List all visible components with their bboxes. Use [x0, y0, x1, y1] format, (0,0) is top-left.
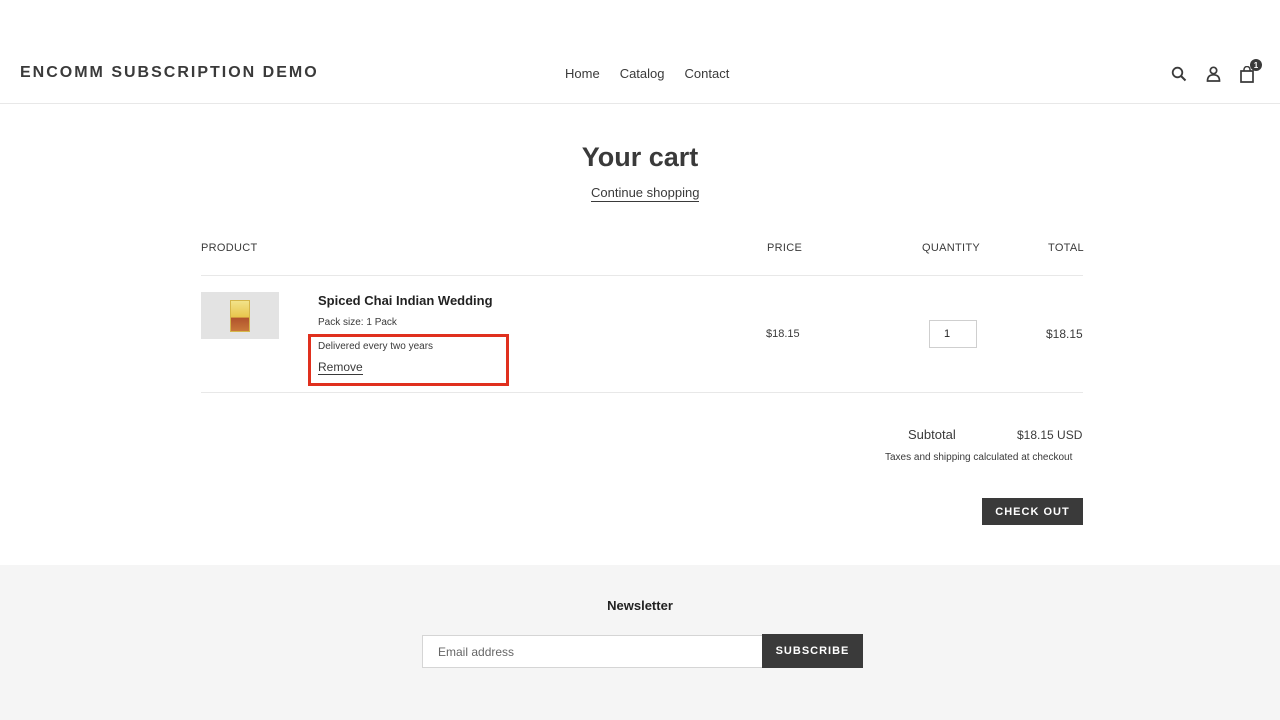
store-logo[interactable]: ENCOMM SUBSCRIPTION DEMO — [20, 64, 319, 82]
item-line-total: $18.15 — [1046, 327, 1083, 341]
subscribe-button[interactable]: SUBSCRIBE — [762, 634, 863, 668]
item-price: $18.15 — [766, 328, 800, 340]
column-header-quantity: QUANTITY — [922, 242, 981, 254]
quantity-input[interactable] — [929, 320, 977, 348]
continue-shopping-link[interactable]: Continue shopping — [591, 186, 700, 202]
email-input[interactable] — [422, 635, 763, 668]
column-header-total: TOTAL — [1048, 242, 1084, 254]
header-icons: 1 — [1170, 59, 1262, 84]
product-pack-size: Pack size: 1 Pack — [318, 317, 397, 328]
delivery-frequency: Delivered every two years — [318, 341, 434, 352]
search-icon[interactable] — [1170, 64, 1188, 84]
divider — [201, 275, 1083, 276]
remove-item-link[interactable]: Remove — [318, 361, 363, 375]
nav-contact[interactable]: Contact — [685, 66, 730, 81]
site-footer: Newsletter SUBSCRIBE — [0, 565, 1280, 720]
subtotal-label: Subtotal — [908, 427, 956, 442]
tax-shipping-note: Taxes and shipping calculated at checkou… — [885, 452, 1073, 463]
product-name-link[interactable]: Spiced Chai Indian Wedding — [318, 293, 493, 308]
nav-catalog[interactable]: Catalog — [620, 66, 665, 81]
nav-home[interactable]: Home — [565, 66, 600, 81]
main-nav: Home Catalog Contact — [565, 66, 729, 81]
product-thumbnail[interactable] — [201, 292, 279, 339]
column-header-price: PRICE — [767, 242, 803, 254]
cart-icon[interactable]: 1 — [1238, 59, 1262, 84]
account-icon[interactable] — [1204, 64, 1222, 84]
checkout-button[interactable]: CHECK OUT — [982, 498, 1083, 525]
column-header-product: PRODUCT — [201, 242, 258, 254]
site-header: ENCOMM SUBSCRIPTION DEMO Home Catalog Co… — [0, 0, 1280, 104]
newsletter-title: Newsletter — [607, 598, 673, 613]
page-title: Your cart — [581, 142, 699, 172]
divider — [201, 392, 1083, 393]
product-image — [230, 299, 250, 332]
subtotal-value: $18.15 USD — [1017, 428, 1083, 442]
cart-count-badge: 1 — [1250, 59, 1262, 71]
